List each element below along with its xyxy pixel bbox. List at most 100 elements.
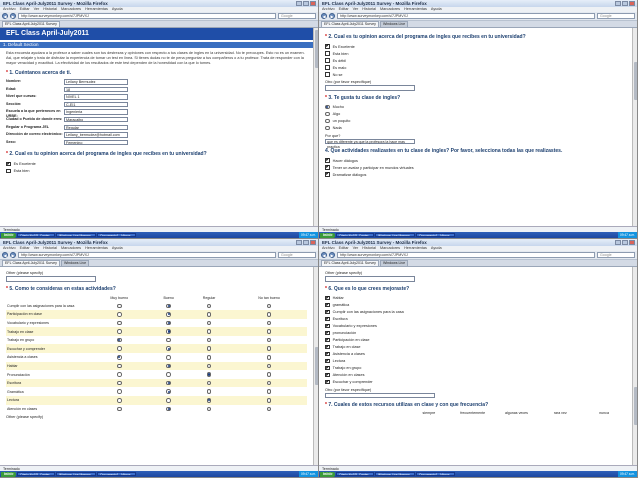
menu-herramientas[interactable]: Herramientas — [85, 7, 108, 12]
maximize-button[interactable] — [303, 1, 309, 6]
menu-editar[interactable]: Editar — [339, 246, 349, 251]
checkbox[interactable]: ✔ — [325, 372, 330, 378]
minimize-button[interactable] — [615, 240, 621, 245]
menu-editar[interactable]: Editar — [20, 246, 30, 251]
radio-button[interactable] — [116, 320, 122, 326]
radio-button[interactable] — [266, 372, 272, 377]
checkbox[interactable]: ✔ — [325, 330, 330, 336]
menu-marcadores[interactable]: Marcadores — [380, 246, 400, 251]
checkbox[interactable]: ✔ — [325, 172, 330, 177]
close-button[interactable] — [310, 240, 316, 245]
start-button[interactable]: Inicio — [320, 232, 336, 238]
radio-button[interactable] — [116, 363, 122, 369]
field-input[interactable]: Maracaibo — [64, 116, 128, 123]
radio-button[interactable] — [266, 380, 272, 386]
checkbox[interactable] — [325, 51, 330, 56]
radio-button[interactable] — [325, 104, 330, 110]
checkbox[interactable] — [325, 65, 330, 70]
minimize-button[interactable] — [615, 1, 621, 6]
menu-ver[interactable]: Ver — [34, 246, 40, 251]
menu-ver[interactable]: Ver — [353, 7, 359, 12]
close-button[interactable] — [310, 1, 316, 6]
scroll-thumb[interactable] — [633, 62, 637, 100]
option-item[interactable]: Nada — [325, 125, 626, 132]
option-item[interactable]: ✔ Hablar — [325, 295, 626, 302]
radio-button[interactable] — [166, 346, 171, 352]
radio-button[interactable] — [116, 355, 122, 360]
checkbox[interactable]: ✔ — [325, 323, 330, 329]
radio-button[interactable] — [206, 355, 212, 360]
checkbox[interactable]: ✔ — [325, 165, 330, 170]
menu-editar[interactable]: Editar — [20, 7, 30, 12]
radio-button[interactable] — [116, 346, 122, 352]
start-button[interactable]: Inicio — [1, 471, 17, 477]
menu-ayuda[interactable]: Ayuda — [431, 7, 442, 12]
maximize-button[interactable] — [303, 240, 309, 245]
checkbox[interactable]: ✔ — [325, 309, 330, 315]
checkbox[interactable]: ✔ — [6, 161, 11, 167]
radio-button[interactable] — [166, 398, 171, 403]
option-item[interactable]: ✔ Lectura — [325, 358, 626, 365]
option-item[interactable]: Algo — [325, 111, 626, 118]
minimize-button[interactable] — [296, 240, 302, 245]
option-item[interactable]: ✔ Atención en clases — [325, 372, 626, 379]
radio-button[interactable] — [206, 398, 212, 403]
radio-button[interactable] — [325, 111, 330, 117]
other-footer-input[interactable] — [325, 392, 435, 398]
menu-historial[interactable]: Historial — [362, 246, 376, 251]
radio-button[interactable] — [116, 372, 122, 377]
radio-button[interactable] — [266, 355, 272, 360]
close-button[interactable] — [629, 1, 635, 6]
radio-button[interactable] — [206, 380, 212, 386]
tab-survey[interactable]: EFL Class April-July2011 Survey — [321, 260, 379, 266]
other-input[interactable] — [325, 85, 415, 91]
taskbar-item[interactable]: Windows Live Messen... — [55, 471, 97, 477]
taskbar-item[interactable]: Documento1 - Micros... — [416, 232, 456, 238]
radio-button[interactable] — [206, 363, 212, 369]
option-item[interactable]: Es débil — [325, 57, 626, 64]
radio-button[interactable] — [116, 406, 122, 412]
menu-ver[interactable]: Ver — [353, 246, 359, 251]
option-item[interactable]: No se — [325, 71, 626, 78]
option-item[interactable]: ✔ Escritura — [325, 316, 626, 323]
checkbox[interactable]: ✔ — [325, 358, 330, 364]
menu-herramientas[interactable]: Herramientas — [85, 246, 108, 251]
taskbar-item[interactable]: Documento1 - Micros... — [97, 232, 137, 238]
option-item[interactable]: ✔ Es Excelente — [325, 43, 626, 50]
forward-icon[interactable]: ▶ — [10, 252, 16, 258]
forward-icon[interactable]: ▶ — [329, 13, 335, 19]
field-input[interactable]: 18 — [64, 86, 128, 93]
option-item[interactable]: ✔ Cumplir con las asignaciones para la ca… — [325, 309, 626, 316]
option-item[interactable]: ✔ Asistencia a clases — [325, 351, 626, 358]
field-input[interactable]: Leilany_bermudez@hotmail.com — [64, 132, 128, 138]
menu-ayuda[interactable]: Ayuda — [112, 246, 123, 251]
radio-button[interactable] — [116, 337, 122, 343]
scrollbar[interactable] — [313, 28, 318, 226]
radio-button[interactable] — [206, 389, 212, 395]
radio-button[interactable] — [116, 312, 122, 317]
url-bar[interactable]: http://www.surveymonkey.com/s/7JPMVXJ — [18, 252, 276, 258]
close-button[interactable] — [629, 240, 635, 245]
menu-ayuda[interactable]: Ayuda — [431, 246, 442, 251]
menu-archivo[interactable]: Archivo — [322, 246, 335, 251]
search-input[interactable]: Google — [278, 252, 316, 258]
taskbar-item[interactable]: Windows Live Messen... — [374, 471, 416, 477]
option-item[interactable]: ✔ Tener un avatar y participar en mundos … — [325, 164, 626, 171]
start-button[interactable]: Inicio — [1, 232, 17, 238]
radio-button[interactable] — [116, 389, 122, 395]
option-item[interactable]: ✔ gramática — [325, 302, 626, 309]
field-input[interactable]: Leilany Bermudez — [64, 79, 128, 85]
menu-historial[interactable]: Historial — [43, 7, 57, 12]
radio-button[interactable] — [266, 312, 272, 317]
radio-button[interactable] — [206, 406, 212, 412]
why-input[interactable]: que es diferente ya que la profesora la … — [325, 138, 415, 149]
checkbox[interactable] — [6, 168, 11, 174]
back-icon[interactable]: ◀ — [321, 13, 327, 19]
option-item[interactable]: ✔ Trabajo en clase — [325, 344, 626, 351]
radio-button[interactable] — [166, 363, 171, 369]
tab-windows-live[interactable]: Windows Live — [379, 21, 409, 27]
menu-archivo[interactable]: Archivo — [3, 246, 16, 251]
option-item[interactable]: ✔ Trabajo en grupo — [325, 365, 626, 372]
checkbox[interactable]: ✔ — [325, 316, 330, 322]
radio-button[interactable] — [116, 398, 122, 403]
